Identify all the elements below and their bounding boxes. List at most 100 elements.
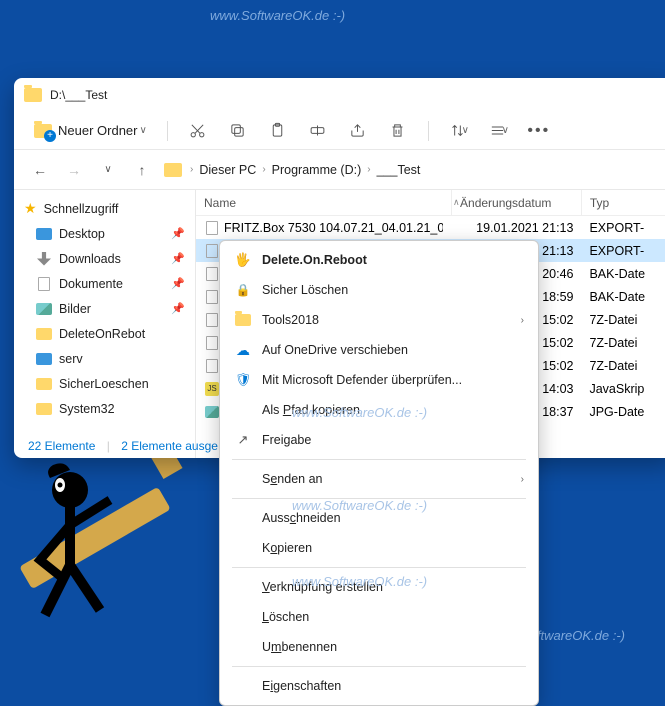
file-icon — [204, 404, 220, 420]
folder-icon — [36, 377, 52, 391]
context-menu-label: Senden an — [262, 472, 322, 486]
watermark: www.SoftwareOK.de :-) — [292, 405, 427, 420]
pin-icon: 📌 — [171, 277, 185, 290]
sidebar-item-label: Desktop — [59, 227, 105, 241]
context-menu-item[interactable]: ↗Freigabe — [220, 425, 538, 455]
pic-icon — [36, 302, 52, 316]
file-icon — [204, 312, 220, 328]
share-button[interactable] — [342, 117, 374, 145]
status-count: 22 Elemente — [28, 439, 95, 453]
sidebar-item-label: Dokumente — [59, 277, 123, 291]
folder-icon — [36, 327, 52, 341]
separator — [167, 121, 168, 141]
context-menu-item[interactable]: 🔒Sicher Löschen — [220, 275, 538, 305]
toolbar: Neuer Ordner ∨ ∨ ∨ ••• — [14, 112, 665, 150]
folder-icon — [36, 402, 52, 416]
column-date[interactable]: Änderungsdatum — [451, 190, 581, 215]
context-menu-label: Kopieren — [262, 541, 312, 555]
sidebar-item[interactable]: Desktop 📌 — [14, 221, 195, 246]
delete-button[interactable] — [382, 117, 414, 145]
file-type: 7Z-Datei — [581, 336, 665, 350]
more-button[interactable]: ••• — [523, 117, 555, 145]
sidebar-item[interactable]: Bilder📌 — [14, 296, 195, 321]
chevron-down-icon: ∨ — [139, 125, 146, 136]
desktop-icon — [36, 227, 52, 241]
cloud-icon: ☁ — [234, 341, 252, 359]
paste-button[interactable] — [262, 117, 294, 145]
status-bar: 22 Elemente | 2 Elemente ausge — [28, 433, 226, 458]
pin-icon: 📌 — [171, 227, 185, 240]
column-name[interactable]: Name — [196, 190, 445, 215]
breadcrumb[interactable]: › Dieser PC › Programme (D:) › ___Test — [164, 163, 420, 177]
new-folder-button[interactable]: Neuer Ordner ∨ — [28, 119, 153, 142]
copy-button[interactable] — [222, 117, 254, 145]
sidebar-item-label: DeleteOnRebot — [59, 327, 145, 341]
titlebar[interactable]: D:\___Test — [14, 78, 665, 112]
sidebar: ★ Schnellzugriff Desktop📌Downloads📌Dokum… — [14, 190, 196, 458]
sidebar-item[interactable]: Dokumente 📌 — [14, 271, 195, 296]
column-type[interactable]: Typ — [581, 190, 665, 215]
window-title: D:\___Test — [50, 88, 107, 102]
lock-icon: 🔒 — [234, 281, 252, 299]
context-menu-label: Freigabe — [262, 433, 311, 447]
context-menu-item[interactable]: Senden an› — [220, 464, 538, 494]
sidebar-item[interactable]: System32 — [14, 396, 195, 421]
context-menu-label: Eigenschaften — [262, 679, 341, 693]
file-row[interactable]: FRITZ.Box 7530 104.07.21_04.01.21_0945 (… — [196, 216, 665, 239]
view-button[interactable]: ∨ — [483, 117, 515, 145]
column-headers: Name ∧ Änderungsdatum Typ — [196, 190, 665, 216]
rename-button[interactable] — [302, 117, 334, 145]
breadcrumb-item[interactable]: Dieser PC — [199, 163, 256, 177]
star-icon: ★ — [24, 200, 37, 217]
context-menu-label: Mit Microsoft Defender überprüfen... — [262, 373, 462, 387]
file-icon — [204, 266, 220, 282]
separator: | — [107, 439, 110, 453]
cut-button[interactable] — [182, 117, 214, 145]
folder-icon — [234, 311, 252, 329]
sidebar-item-label: Schnellzugriff — [44, 202, 119, 216]
file-type: EXPORT- — [581, 221, 665, 235]
watermark: www.SoftwareOK.de :-) — [292, 574, 427, 589]
context-menu-label: Umbenennen — [262, 640, 337, 654]
forward-button[interactable]: → — [62, 158, 86, 182]
sidebar-item[interactable]: Downloads📌 — [14, 246, 195, 271]
sort-button[interactable]: ∨ — [443, 117, 475, 145]
file-type: 7Z-Datei — [581, 359, 665, 373]
breadcrumb-item[interactable]: ___Test — [377, 163, 421, 177]
file-type: 7Z-Datei — [581, 313, 665, 327]
context-menu-item[interactable]: Kopieren — [220, 533, 538, 563]
sidebar-quick-access[interactable]: ★ Schnellzugriff — [14, 196, 195, 221]
separator — [232, 567, 526, 568]
pin-icon: 📌 — [171, 252, 185, 265]
watermark: www.SoftwareOK.de :-) — [210, 8, 345, 23]
separator — [232, 666, 526, 667]
file-icon — [204, 243, 220, 259]
sidebar-item[interactable]: DeleteOnRebot — [14, 321, 195, 346]
up-button[interactable]: ↑ — [130, 158, 154, 182]
context-menu-item[interactable]: Umbenennen — [220, 632, 538, 662]
context-menu-item[interactable]: Tools2018› — [220, 305, 538, 335]
address-bar: ← → ∨ ↑ › Dieser PC › Programme (D:) › _… — [14, 150, 665, 190]
context-menu: 🖐Delete.On.Reboot🔒Sicher LöschenTools201… — [219, 240, 539, 706]
file-type: BAK-Date — [581, 290, 665, 304]
sidebar-item-label: System32 — [59, 402, 115, 416]
pin-icon: 📌 — [171, 302, 185, 315]
chevron-down-icon[interactable]: ∨ — [96, 158, 120, 182]
breadcrumb-item[interactable]: Programme (D:) — [272, 163, 362, 177]
context-menu-item[interactable]: ☁Auf OneDrive verschieben — [220, 335, 538, 365]
new-folder-label: Neuer Ordner — [58, 123, 137, 138]
context-menu-item[interactable]: Eigenschaften — [220, 671, 538, 701]
context-menu-item[interactable]: 🖐Delete.On.Reboot — [220, 245, 538, 275]
sidebar-item[interactable]: SicherLoeschen — [14, 371, 195, 396]
shield-icon: 🛡 — [234, 371, 252, 389]
file-date: 19.01.2021 21:13 — [443, 221, 581, 235]
context-menu-item[interactable]: Löschen — [220, 602, 538, 632]
doc-icon — [36, 277, 52, 291]
sidebar-item[interactable]: serv — [14, 346, 195, 371]
blank-icon — [234, 401, 252, 419]
context-menu-item[interactable]: 🛡 Mit Microsoft Defender überprüfen... — [220, 365, 538, 395]
back-button[interactable]: ← — [28, 158, 52, 182]
context-menu-label: Delete.On.Reboot — [262, 253, 367, 267]
sidebar-item-label: serv — [59, 352, 83, 366]
file-name: FRITZ.Box 7530 104.07.21_04.01.21_0945 (… — [224, 221, 443, 235]
